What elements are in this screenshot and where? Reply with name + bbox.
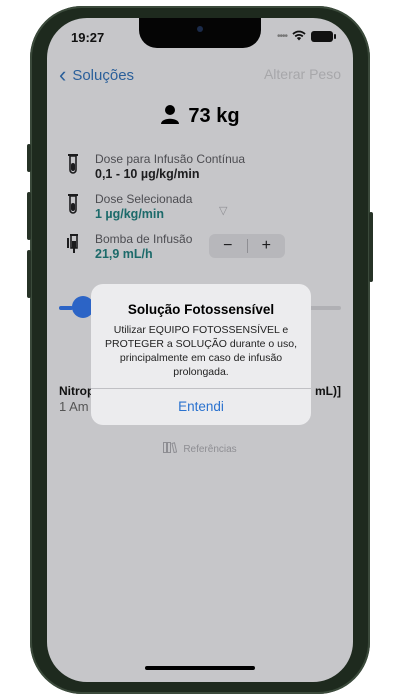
book-icon [163, 442, 178, 456]
cellular-icon: •••• [276, 31, 288, 42]
row-continuous-dose: Dose para Infusão Contínua 0,1 - 10 µg/k… [67, 152, 245, 182]
mute-switch [27, 144, 31, 172]
power-button [369, 212, 373, 282]
alert-title: Solução Fotossensível [127, 302, 275, 317]
references-label: Referências [183, 443, 237, 455]
row-value: 0,1 - 10 µg/kg/min [95, 167, 200, 181]
camera-icon [197, 26, 203, 32]
change-weight-button[interactable]: Alterar Peso [264, 66, 341, 82]
screen: 19:27 •••• ‹ Soluções Alterar Peso 73 kg… [47, 18, 353, 682]
row-value: 1 µg/kg/min [95, 207, 165, 221]
row-selected-dose[interactable]: Dose Selecionada 1 µg/kg/min [67, 192, 192, 222]
chevron-down-icon[interactable]: ▽ [219, 204, 227, 217]
photosensitive-alert: Solução Fotossensível Utilizar EQUIPO FO… [91, 284, 311, 425]
solution-amount-text: 1 Am [59, 399, 89, 414]
dose-slider-fill [59, 306, 74, 310]
decrement-button[interactable]: − [209, 234, 247, 258]
rate-stepper: − + [209, 234, 285, 258]
battery-icon [311, 31, 336, 42]
home-indicator[interactable] [145, 666, 255, 670]
dismiss-button[interactable]: Entendi [91, 388, 311, 425]
person-icon [160, 104, 180, 129]
alert-message: Utilizar EQUIPO FOTOSSENSÍVEL e PROTEGER… [105, 324, 297, 378]
row-label: Dose Selecionada [95, 192, 193, 206]
notch [139, 18, 261, 48]
increment-button[interactable]: + [248, 234, 286, 258]
solution-name-text: Nitrop [59, 384, 95, 398]
wifi-icon [292, 29, 306, 44]
row-value: 21,9 mL/h [95, 247, 153, 261]
patient-weight: 73 kg [47, 104, 353, 129]
references-button[interactable]: Referências [47, 442, 353, 456]
row-label: Bomba de Infusão [95, 232, 193, 246]
test-tube-icon [67, 154, 81, 174]
syringe-pump-icon [67, 234, 81, 254]
row-label: Dose para Infusão Contínua [95, 152, 246, 166]
volume-up-button [27, 192, 31, 240]
row-infusion-pump: Bomba de Infusão 21,9 mL/h [67, 232, 192, 262]
volume-down-button [27, 250, 31, 298]
solution-name-text-end: mL)] [315, 384, 341, 398]
back-button[interactable]: ‹ Soluções [59, 64, 134, 86]
back-label: Soluções [72, 66, 135, 84]
chevron-left-icon: ‹ [59, 62, 67, 87]
test-tube-icon [67, 194, 81, 214]
status-time: 19:27 [71, 30, 105, 45]
weight-value: 73 kg [188, 105, 240, 127]
status-icons: •••• [276, 29, 336, 44]
